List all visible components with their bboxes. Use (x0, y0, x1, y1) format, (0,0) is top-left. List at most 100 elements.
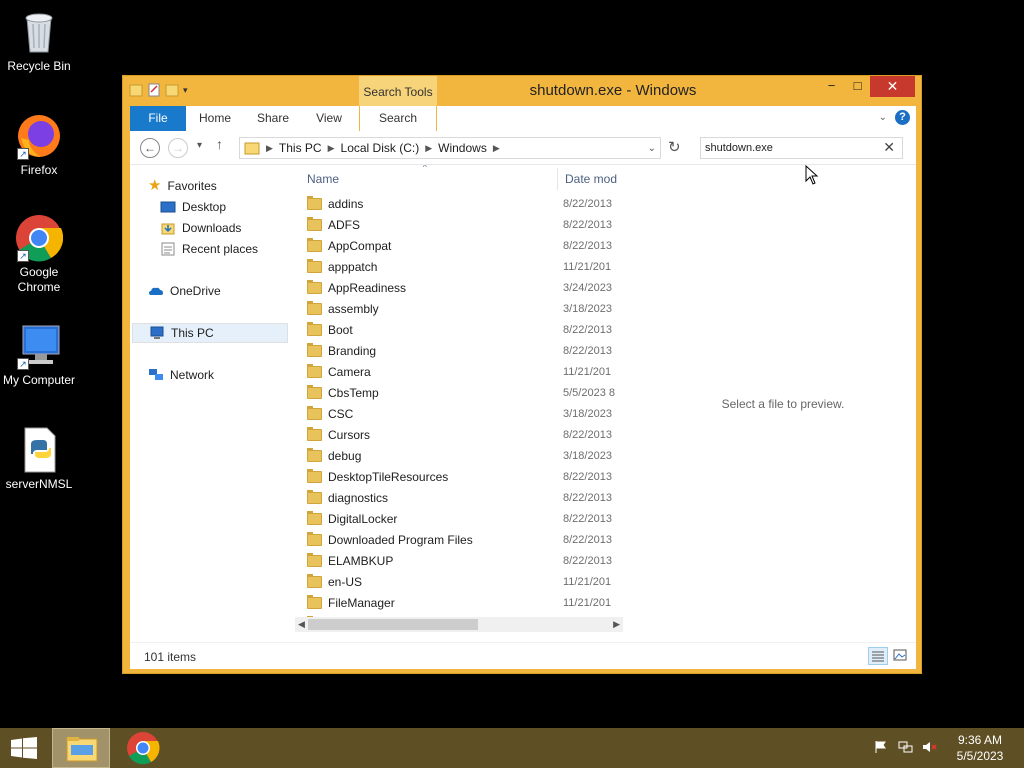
file-row[interactable]: Camera 11/21/201 (307, 361, 625, 382)
desktop-icon-firefox[interactable]: ↗ Firefox (0, 112, 78, 178)
file-row[interactable]: AppCompat 8/22/2013 (307, 235, 625, 256)
file-row[interactable]: Cursors 8/22/2013 (307, 424, 625, 445)
horizontal-scrollbar[interactable]: ◀ ▶ (295, 617, 623, 632)
file-row[interactable]: DigitalLocker 8/22/2013 (307, 508, 625, 529)
title-bar[interactable]: ▾ Search Tools shutdown.exe - Windows − … (123, 76, 921, 106)
file-row[interactable]: debug 3/18/2023 (307, 445, 625, 466)
customize-qat-icon[interactable]: ▾ (183, 85, 188, 96)
scroll-left-icon[interactable]: ◀ (298, 617, 305, 632)
action-center-flag-icon[interactable] (874, 740, 888, 757)
file-row[interactable]: FileManager 11/21/201 (307, 592, 625, 613)
horizontal-scroll-thumb[interactable] (308, 619, 478, 630)
file-name: addins (328, 196, 364, 211)
file-row[interactable]: Downloaded Program Files 8/22/2013 (307, 529, 625, 550)
nav-downloads[interactable]: Downloads (160, 218, 241, 238)
help-icon[interactable]: ? (895, 110, 910, 125)
scroll-right-icon[interactable]: ▶ (613, 617, 620, 632)
tab-share[interactable]: Share (246, 106, 300, 131)
file-explorer-icon (66, 737, 98, 762)
expand-ribbon-icon[interactable]: ⌄ (879, 112, 887, 123)
taskbar: 9:36 AM 5/5/2023 (0, 728, 1024, 768)
clear-search-icon[interactable]: ✕ (883, 139, 895, 156)
close-button[interactable]: ✕ (870, 76, 915, 97)
computer-icon: ↗ (15, 322, 63, 370)
file-row[interactable]: Boot 8/22/2013 (307, 319, 625, 340)
desktop-icon-recycle-bin[interactable]: Recycle Bin (0, 8, 78, 74)
desktop-icon-label: Firefox (20, 163, 58, 177)
shortcut-arrow-icon: ↗ (17, 250, 29, 262)
clock-time: 9:36 AM (957, 733, 1003, 747)
new-folder-icon[interactable] (165, 82, 179, 98)
folder-icon (307, 594, 322, 609)
network-icon (149, 369, 163, 380)
back-button[interactable]: ← (140, 138, 160, 158)
recycle-bin-icon (15, 8, 63, 56)
file-date-modified: 3/18/2023 (563, 449, 612, 462)
folder-icon (307, 237, 322, 252)
maximize-button[interactable]: □ (844, 76, 871, 97)
nav-favorites[interactable]: ★ Favorites (148, 176, 217, 196)
refresh-icon[interactable]: ↻ (668, 138, 681, 156)
file-row[interactable]: ADFS 8/22/2013 (307, 214, 625, 235)
column-divider[interactable] (557, 168, 558, 190)
windows-start-icon[interactable] (10, 737, 38, 759)
network-status-icon[interactable] (898, 740, 914, 757)
file-name: debug (328, 448, 362, 463)
nav-recent-places[interactable]: Recent places (160, 239, 258, 259)
taskbar-file-explorer[interactable] (52, 728, 110, 768)
breadcrumb-this-pc[interactable]: This PC (273, 141, 328, 155)
volume-muted-icon[interactable] (922, 740, 938, 757)
file-row[interactable]: Branding 8/22/2013 (307, 340, 625, 361)
tab-search[interactable]: Search (359, 106, 437, 131)
chevron-right-icon[interactable]: ▶ (266, 143, 273, 154)
column-header-date-modified[interactable]: Date mod (565, 168, 617, 190)
recent-locations-icon[interactable]: ▾ (197, 140, 202, 151)
file-row[interactable]: addins 8/22/2013 (307, 193, 625, 214)
chevron-right-icon[interactable]: ▶ (493, 143, 500, 154)
file-row[interactable]: apppatch 11/21/201 (307, 256, 625, 277)
nav-desktop[interactable]: Desktop (160, 197, 226, 217)
minimize-button[interactable]: − (818, 76, 845, 97)
breadcrumb-windows[interactable]: Windows (432, 141, 493, 155)
column-header-name[interactable]: Name (307, 168, 339, 190)
taskbar-clock[interactable]: 9:36 AM 5/5/2023 (950, 732, 1010, 764)
file-row[interactable]: CbsTemp 5/5/2023 8 (307, 382, 625, 403)
up-button[interactable]: ↑ (216, 136, 223, 152)
desktop-icon-label: Recycle Bin (7, 59, 71, 73)
tab-view[interactable]: View (302, 106, 356, 131)
nav-onedrive[interactable]: OneDrive (148, 281, 221, 301)
nav-network[interactable]: Network (148, 365, 214, 385)
file-name: ELAMBKUP (328, 553, 394, 568)
desktop-icon-my-computer[interactable]: ↗ My Computer (0, 322, 78, 388)
mouse-cursor-icon (805, 165, 819, 185)
forward-button[interactable]: → (168, 138, 188, 158)
large-icons-view-button[interactable] (891, 647, 911, 665)
nav-label: Recent places (182, 242, 259, 256)
desktop-icon-servernmsl[interactable]: serverNMSL (0, 426, 78, 492)
file-name: CbsTemp (328, 385, 379, 400)
explorer-window: ▾ Search Tools shutdown.exe - Windows − … (122, 75, 922, 674)
details-view-button[interactable] (868, 647, 888, 665)
file-row[interactable]: AppReadiness 3/24/2023 (307, 277, 625, 298)
file-row[interactable]: DesktopTileResources 8/22/2013 (307, 466, 625, 487)
taskbar-chrome[interactable] (114, 728, 172, 768)
file-row[interactable]: en-US 11/21/201 (307, 571, 625, 592)
properties-icon[interactable] (147, 82, 161, 98)
tab-file[interactable]: File (130, 106, 186, 131)
file-name: diagnostics (328, 490, 389, 505)
address-box[interactable]: ▶ This PC ▶ Local Disk (C:) ▶ Windows ▶ … (239, 137, 661, 159)
search-input[interactable] (705, 140, 880, 156)
file-row[interactable]: ELAMBKUP 8/22/2013 (307, 550, 625, 571)
breadcrumb-local-disk[interactable]: Local Disk (C:) (335, 141, 426, 155)
chevron-right-icon[interactable]: ▶ (328, 143, 335, 154)
address-dropdown-icon[interactable]: ⌄ (648, 143, 656, 154)
file-row[interactable]: CSC 3/18/2023 (307, 403, 625, 424)
preview-message: Select a file to preview. (721, 396, 845, 411)
desktop-icon-google-chrome[interactable]: ↗ Google Chrome (0, 214, 78, 295)
python-file-icon (15, 426, 63, 474)
nav-this-pc[interactable]: This PC (132, 323, 288, 343)
tab-home[interactable]: Home (188, 106, 242, 131)
chevron-right-icon[interactable]: ▶ (425, 143, 432, 154)
file-row[interactable]: diagnostics 8/22/2013 (307, 487, 625, 508)
file-row[interactable]: assembly 3/18/2023 (307, 298, 625, 319)
